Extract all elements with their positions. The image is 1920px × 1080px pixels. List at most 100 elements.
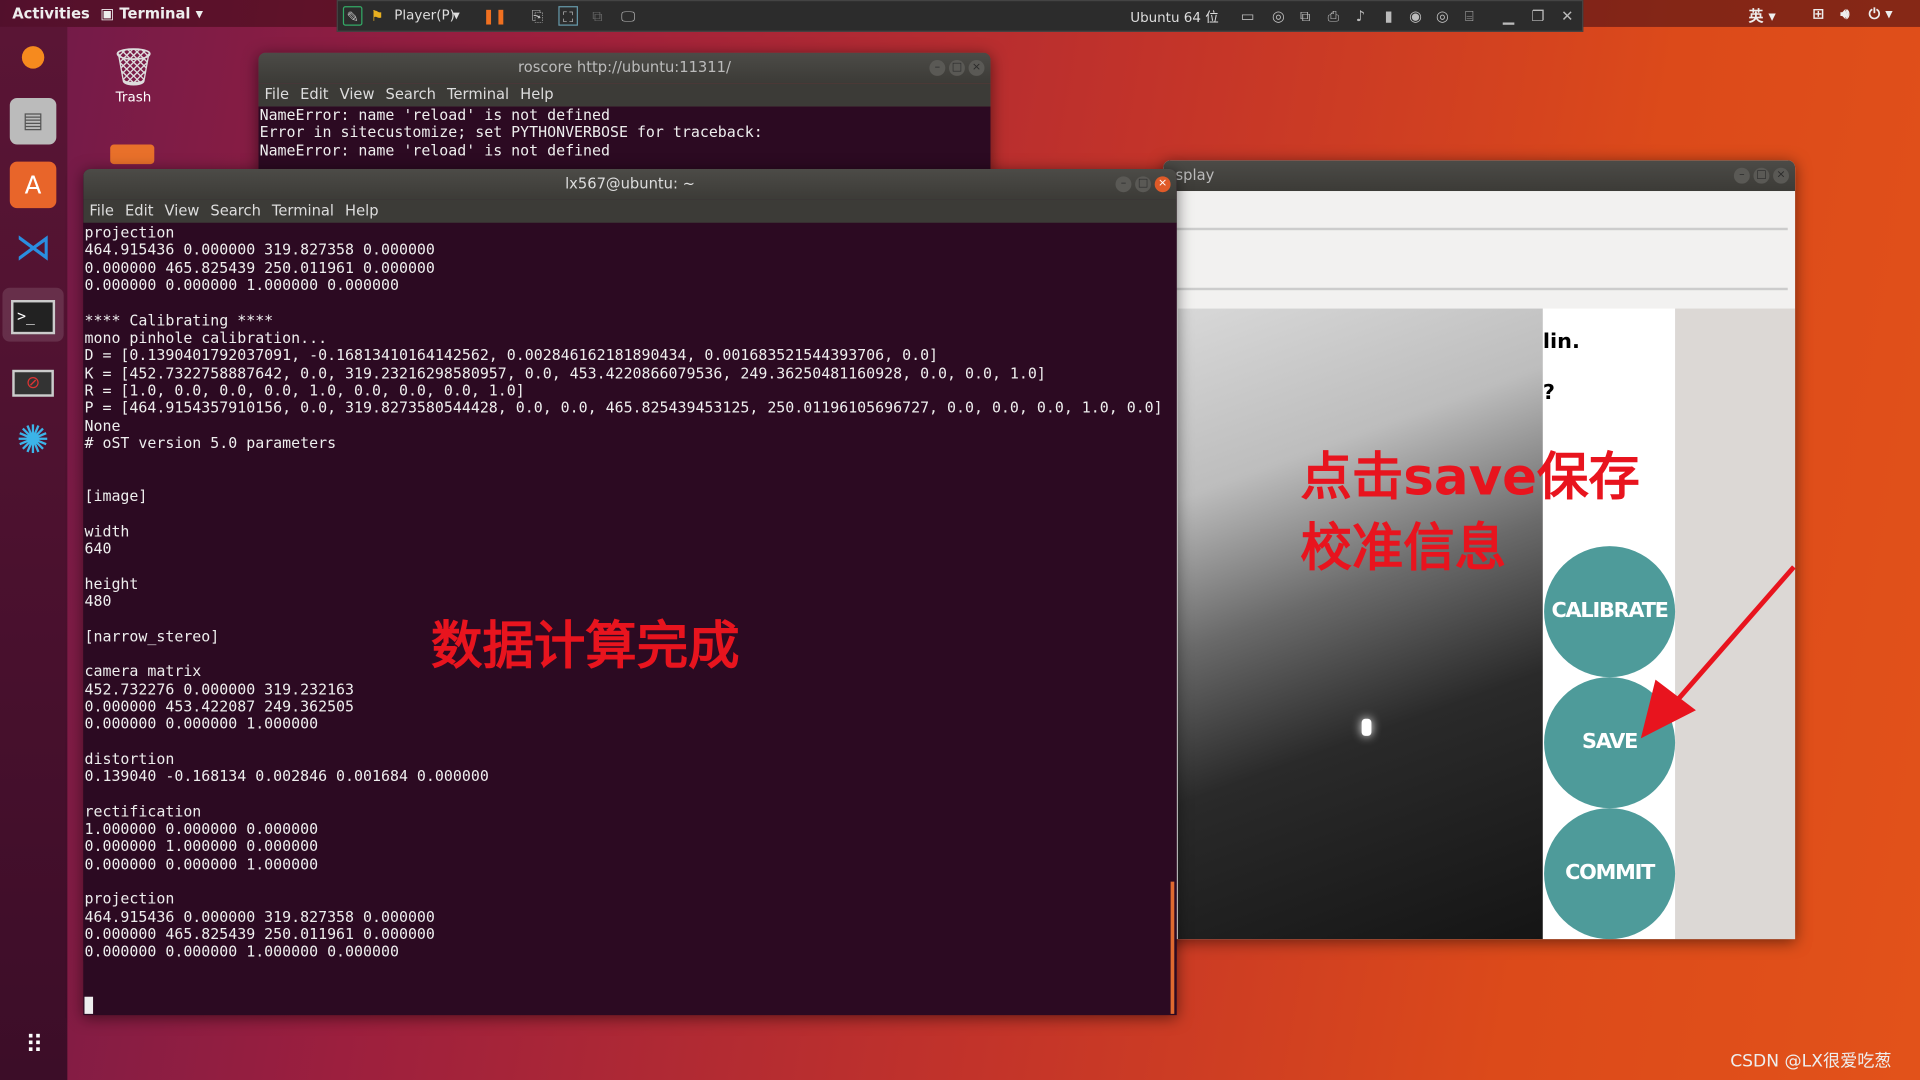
menu-search[interactable]: Search: [210, 202, 260, 219]
roscore-output: NameError: name 'reload' is not defined E…: [258, 106, 991, 176]
close-icon[interactable]: ✕: [1558, 6, 1578, 26]
camera-icon[interactable]: ◉: [1406, 6, 1426, 26]
close-button[interactable]: ×: [1773, 167, 1789, 184]
annotation-done: 数据计算完成: [431, 615, 740, 676]
restore-icon[interactable]: ❐: [1528, 6, 1548, 26]
fullscreen-icon[interactable]: ⛶: [558, 6, 578, 26]
sound-icon[interactable]: ♪: [1351, 6, 1371, 26]
minimize-button[interactable]: –: [929, 60, 946, 76]
pause-icon[interactable]: ❚❚: [482, 6, 507, 26]
terminal-line: 640: [84, 539, 112, 558]
title-bar: lx567@ubuntu: ~ – □ ×: [83, 168, 1177, 200]
minimize-icon[interactable]: ▁: [1499, 6, 1519, 26]
firefox-icon[interactable]: ●: [10, 32, 57, 79]
blocked-app-icon[interactable]: ⊘: [10, 355, 57, 402]
terminal-line: # oST version 5.0 parameters: [84, 434, 337, 452]
show-apps-icon[interactable]: ⠿: [10, 1021, 57, 1068]
terminal-line: projection: [84, 224, 175, 242]
close-button[interactable]: ×: [968, 60, 985, 76]
annotation-save-2: 校准信息: [1300, 517, 1507, 578]
menu-terminal[interactable]: Terminal: [447, 86, 509, 103]
menu-edit[interactable]: Edit: [125, 202, 153, 219]
chevron-down-icon[interactable]: ▾: [453, 7, 460, 23]
menu-help[interactable]: Help: [345, 202, 379, 219]
console-view-icon[interactable]: 🖵︎: [618, 6, 638, 26]
vmware-toolbar: ✎ ⚑ Player(P) ▾ ❚❚ ⎘ ⛶ ⧉ 🖵︎ Ubuntu 64 位 …: [336, 0, 1584, 32]
terminal-line: height: [84, 574, 139, 593]
terminal-line: 452.732276 0.000000 319.232163: [84, 680, 355, 698]
network-icon[interactable]: ⊞: [1812, 5, 1824, 22]
folder-icon[interactable]: [110, 144, 155, 165]
cd-icon[interactable]: ◎: [1269, 6, 1289, 26]
menu-bar: File Edit View Search Terminal Help: [83, 199, 1177, 223]
terminal-line: distortion: [84, 750, 175, 768]
minimize-button[interactable]: –: [1115, 176, 1132, 193]
terminal-line: 0.000000 0.000000 1.000000: [84, 855, 319, 873]
annotation-save-1: 点击save保存: [1300, 446, 1640, 507]
pin-icon[interactable]: ✎: [342, 6, 363, 26]
activities-button[interactable]: Activities: [12, 5, 90, 22]
printer-icon[interactable]: ⎙: [1324, 6, 1344, 26]
arrow-shaft: [1663, 565, 1796, 716]
maximize-button[interactable]: □: [948, 60, 965, 76]
splash-app-icon[interactable]: ✺: [10, 416, 57, 463]
terminal-cursor: [84, 996, 94, 1014]
terminal-line: 0.000000 453.422087 249.362505: [84, 697, 355, 715]
divider: [1163, 287, 1788, 291]
divider: [1163, 227, 1788, 231]
terminal-output[interactable]: projection 464.915436 0.000000 319.827358…: [83, 222, 1177, 961]
menu-edit[interactable]: Edit: [300, 86, 328, 103]
files-icon[interactable]: ▤: [9, 97, 57, 145]
trash-label: Trash: [115, 89, 152, 106]
minimize-button[interactable]: –: [1733, 167, 1750, 184]
menu-view[interactable]: View: [165, 202, 200, 219]
scrollbar[interactable]: [1170, 881, 1175, 1014]
menu-file[interactable]: File: [89, 202, 114, 219]
network-adapter-icon[interactable]: ⧉: [1296, 6, 1316, 26]
usb-icon[interactable]: ▮: [1379, 6, 1399, 26]
hdd-icon[interactable]: ▭: [1238, 6, 1258, 26]
send-keys-icon[interactable]: ⎘: [528, 6, 548, 26]
red-arrow: [1640, 565, 1796, 739]
menu-view[interactable]: View: [340, 86, 375, 103]
maximize-button[interactable]: □: [1135, 176, 1152, 193]
vm-name: Ubuntu 64 位: [1130, 9, 1219, 26]
maximize-button[interactable]: □: [1753, 167, 1770, 184]
unity-icon[interactable]: ⧉: [588, 6, 608, 26]
close-button[interactable]: ×: [1154, 176, 1171, 193]
input-method-menu[interactable]: 英 ▾: [1749, 5, 1776, 26]
terminal-line: 0.139040 -0.168134 0.002846 0.001684 0.0…: [84, 767, 489, 786]
menu-search[interactable]: Search: [386, 86, 436, 103]
commit-button[interactable]: COMMIT: [1544, 808, 1676, 940]
terminal-line: D = [0.1390401792037091, -0.168134101641…: [84, 346, 939, 365]
menu-file[interactable]: File: [264, 86, 289, 103]
title-bar: roscore http://ubuntu:11311/ – □ ×: [258, 52, 991, 84]
roscore-window: roscore http://ubuntu:11311/ – □ × File E…: [258, 52, 991, 176]
menu-terminal[interactable]: Terminal: [272, 202, 334, 219]
software-icon[interactable]: A: [9, 161, 57, 209]
app-menu[interactable]: ▣ Terminal ▾: [100, 5, 203, 22]
camera-image: [1177, 308, 1543, 940]
vscode-icon[interactable]: ⋊: [10, 225, 57, 272]
volume-icon[interactable]: 🔊︎: [1840, 5, 1849, 23]
terminal-line: 0.000000 465.825439 250.011961 0.000000: [84, 259, 435, 277]
menu-help[interactable]: Help: [520, 86, 554, 103]
dock: ● ▤ A ⋊ >_ ⊘ ✺ ⠿: [0, 26, 68, 1080]
archive-icon[interactable]: ⌸: [1460, 6, 1480, 26]
player-menu[interactable]: Player(P): [394, 7, 455, 23]
terminal-icon[interactable]: >_: [2, 287, 64, 342]
webcam-icon[interactable]: ◎: [1433, 6, 1453, 26]
terminal-line: rectification: [84, 803, 202, 821]
terminal-line: 0.000000 0.000000 1.000000: [84, 715, 319, 733]
desktop-trash[interactable]: 🗑︎ Trash: [105, 47, 161, 106]
terminal-line: [image]: [84, 487, 148, 505]
terminal-line: 0.000000 0.000000 1.000000 0.000000: [84, 943, 399, 961]
power-icon[interactable]: ⏻ ▾: [1869, 5, 1893, 23]
terminal-line: width: [84, 522, 130, 540]
